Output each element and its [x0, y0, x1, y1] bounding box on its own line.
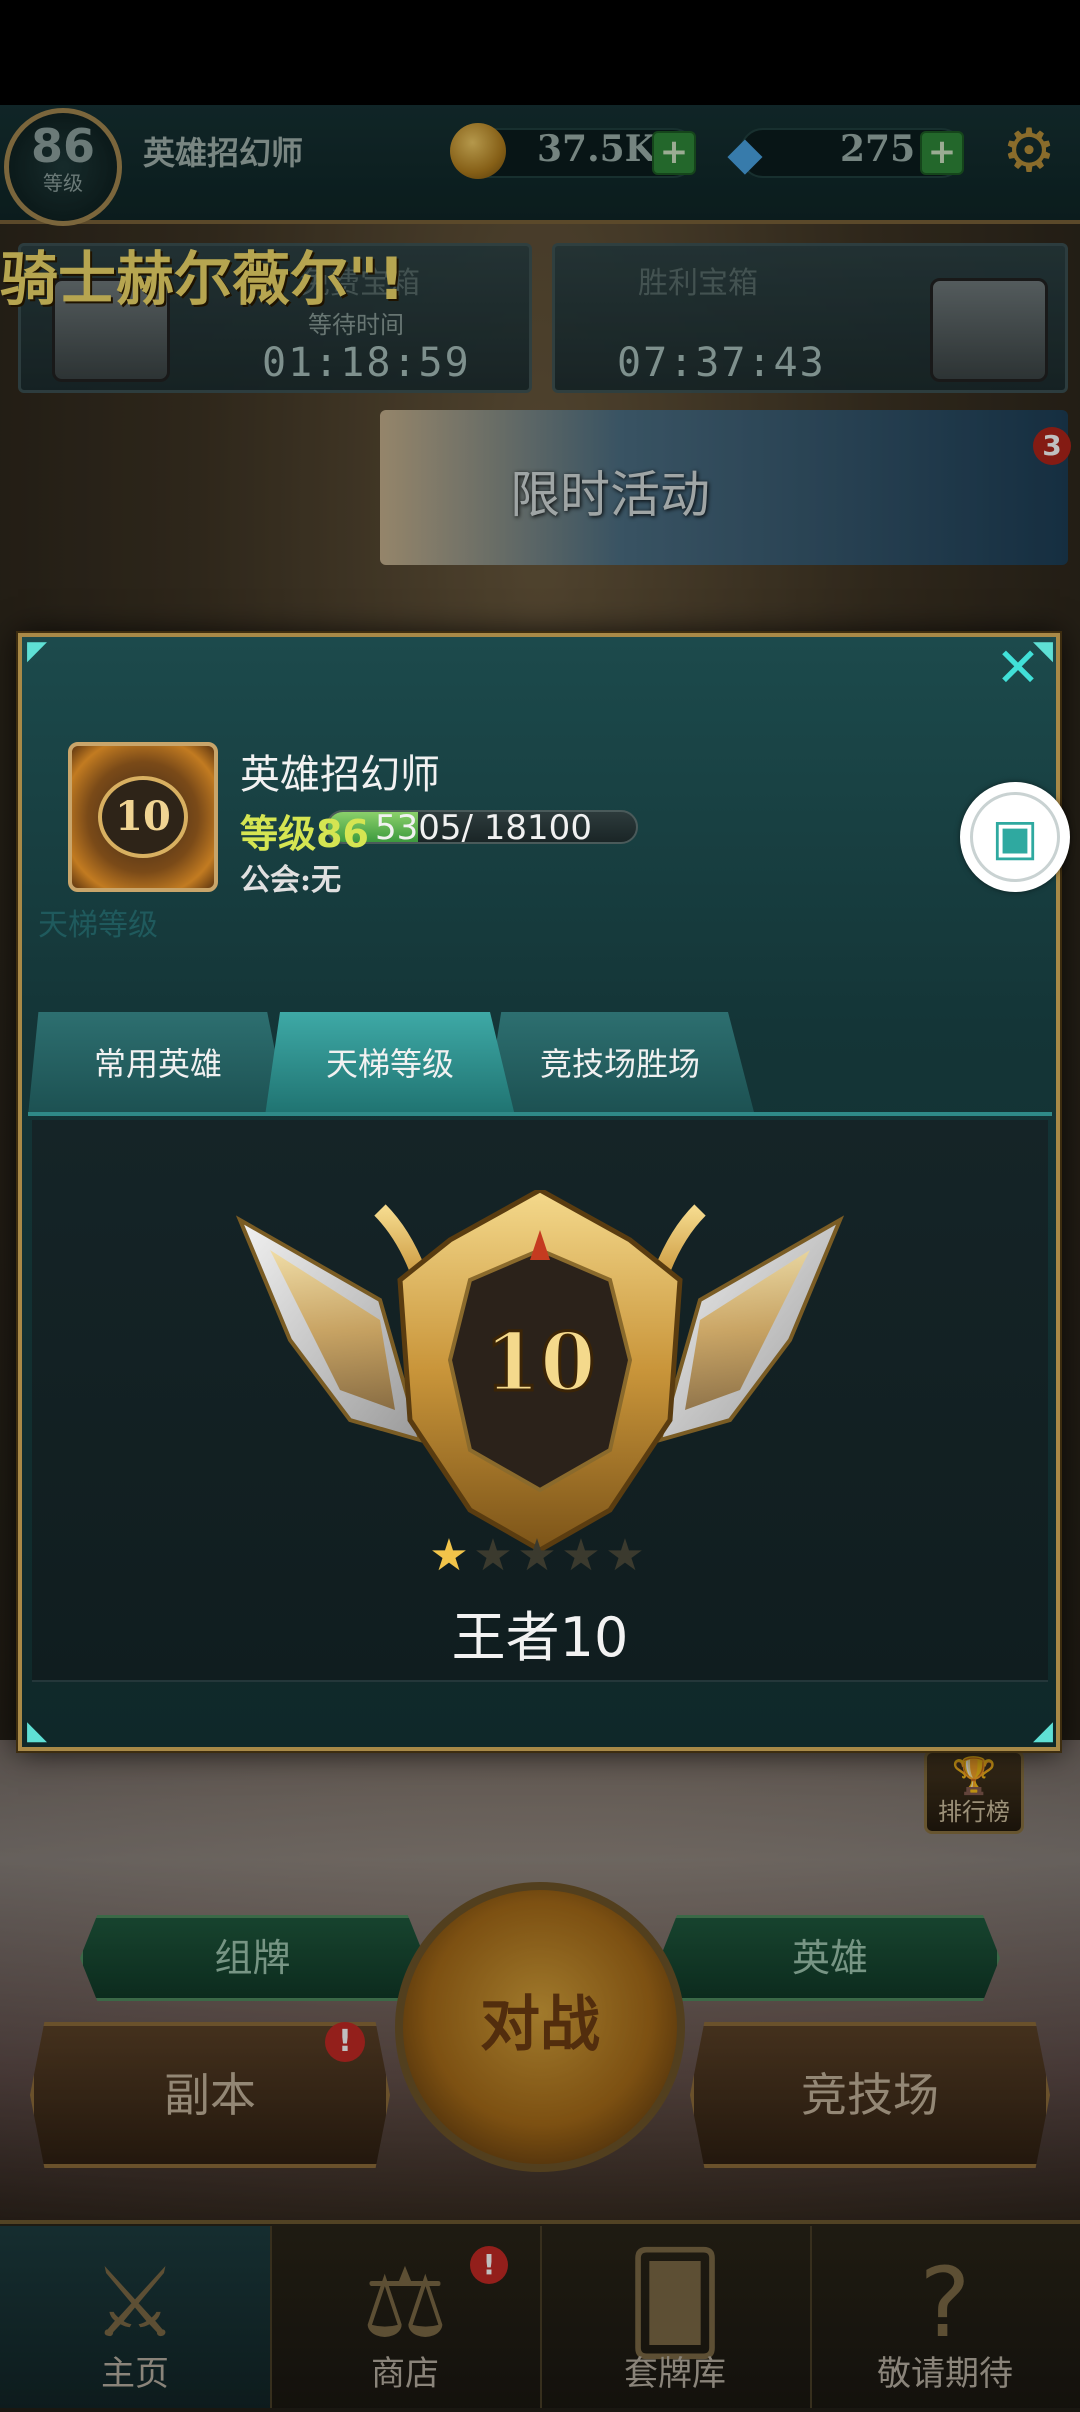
- cube-icon: ▣: [970, 792, 1060, 882]
- tab-underline: [28, 1112, 1052, 1116]
- rank-emblem-number: 10: [484, 1315, 595, 1409]
- corner-ornament-icon: ◢: [1033, 1716, 1053, 1746]
- rank-stars: ★ ★ ★ ★ ★: [428, 1530, 648, 1581]
- empty-star-icon: ★: [605, 1530, 645, 1581]
- profile-level: 等级86: [240, 812, 369, 856]
- corner-ornament-icon: ◤: [27, 636, 47, 666]
- rank-name: 王者10: [451, 1606, 629, 1669]
- empty-star-icon: ★: [473, 1530, 513, 1581]
- avatar-level-number: 10: [115, 793, 171, 840]
- background-ghost-text: 天梯等级: [38, 908, 158, 943]
- empty-star-icon: ★: [517, 1530, 557, 1581]
- xp-value: 5305/ 18100: [375, 808, 592, 848]
- rank-emblem: 10: [235, 1190, 845, 1553]
- player-avatar[interactable]: 10: [68, 742, 218, 892]
- guild-info: 公会:无: [240, 863, 342, 898]
- close-icon[interactable]: ✕: [990, 640, 1046, 696]
- empty-star-icon: ★: [561, 1530, 601, 1581]
- tab-common-heroes[interactable]: 常用英雄: [28, 1012, 288, 1116]
- filled-star-icon: ★: [429, 1530, 469, 1581]
- tab-ladder-rank[interactable]: 天梯等级: [265, 1012, 515, 1116]
- avatar-level-medallion: 10: [98, 776, 188, 858]
- profile-player-name: 英雄招幻师: [240, 752, 440, 798]
- corner-ornament-icon: ◣: [27, 1716, 47, 1746]
- tab-arena-wins[interactable]: 竞技场胜场: [485, 1012, 755, 1116]
- floating-side-button[interactable]: ▣: [960, 782, 1070, 892]
